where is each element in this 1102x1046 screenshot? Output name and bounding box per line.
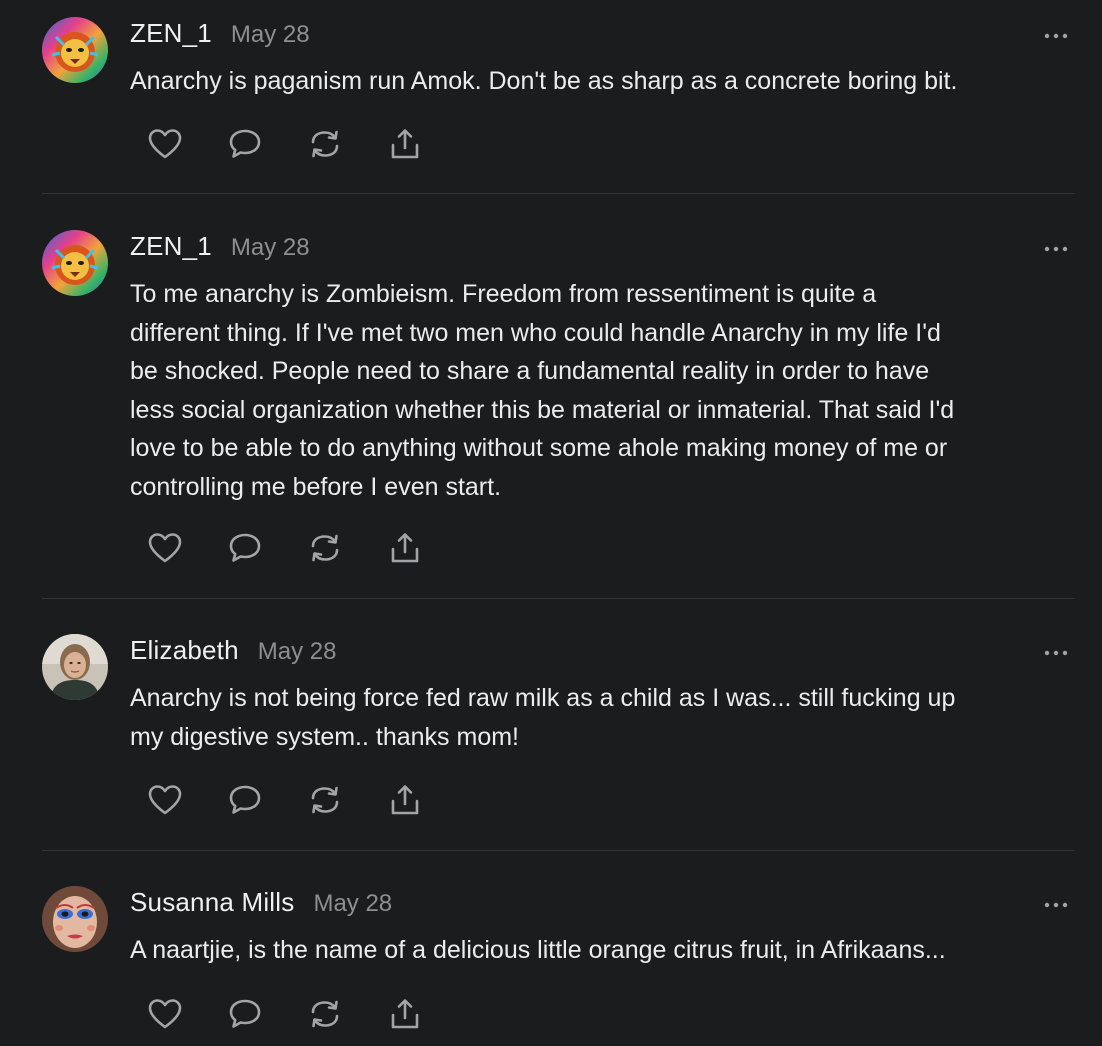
avatar[interactable] [42, 17, 108, 83]
restack-button[interactable] [303, 526, 347, 570]
comment-date[interactable]: May 28 [258, 638, 337, 666]
comment-header: ZEN_1 May 28 [130, 231, 310, 267]
avatar[interactable] [42, 230, 108, 296]
share-button[interactable] [383, 778, 427, 822]
divider [42, 193, 1075, 194]
comment: ZEN_1 May 28 Anarchy is paganism run Amo… [0, 0, 1102, 193]
share-icon [391, 129, 419, 159]
comment-body: A naartjie, is the name of a delicious l… [130, 936, 946, 964]
reply-button[interactable] [223, 526, 267, 570]
comment: Elizabeth May 28 Anarchy is not being fo… [0, 617, 1102, 850]
author-name[interactable]: Susanna Mills [130, 887, 294, 918]
comment-header: Susanna Mills May 28 [130, 887, 392, 923]
comment-actions [143, 122, 463, 166]
ellipsis-icon [1044, 650, 1068, 656]
comment-header: Elizabeth May 28 [130, 635, 336, 671]
share-button[interactable] [383, 526, 427, 570]
reply-button[interactable] [223, 778, 267, 822]
restack-button[interactable] [303, 122, 347, 166]
comment-body: Anarchy is paganism run Amok. Don't be a… [130, 67, 958, 95]
heart-icon [148, 785, 182, 815]
comment-actions [143, 778, 463, 822]
author-name[interactable]: Elizabeth [130, 635, 239, 666]
author-name[interactable]: ZEN_1 [130, 231, 212, 262]
share-icon [391, 533, 419, 563]
comment: ZEN_1 May 28 To me anarchy is Zombieism.… [0, 213, 1102, 598]
heart-icon [148, 533, 182, 563]
restack-icon [311, 534, 339, 562]
lion-avatar-icon [42, 17, 108, 83]
comment-bubble-icon [229, 999, 261, 1028]
heart-icon [148, 999, 182, 1029]
comment-date[interactable]: May 28 [231, 234, 310, 262]
like-button[interactable] [143, 122, 187, 166]
comment-bubble-icon [229, 129, 261, 158]
comment-date[interactable]: May 28 [231, 21, 310, 49]
more-options-button[interactable] [1040, 895, 1072, 915]
comment-feed: ZEN_1 May 28 Anarchy is paganism run Amo… [0, 0, 1102, 1046]
restack-icon [311, 786, 339, 814]
reply-button[interactable] [223, 992, 267, 1036]
comment: Susanna Mills May 28 A naartjie, is the … [0, 869, 1102, 1046]
avatar[interactable] [42, 634, 108, 700]
person-photo-avatar-icon [42, 634, 108, 700]
divider [42, 598, 1075, 599]
share-icon [391, 785, 419, 815]
more-options-button[interactable] [1040, 643, 1072, 663]
comment-bubble-icon [229, 785, 261, 814]
author-name[interactable]: ZEN_1 [130, 18, 212, 49]
share-button[interactable] [383, 992, 427, 1036]
ellipsis-icon [1044, 246, 1068, 252]
divider [42, 850, 1075, 851]
comment-body: To me anarchy is Zombieism. Freedom from… [130, 280, 955, 501]
lion-avatar-icon [42, 230, 108, 296]
restack-button[interactable] [303, 778, 347, 822]
ellipsis-icon [1044, 33, 1068, 39]
like-button[interactable] [143, 526, 187, 570]
restack-button[interactable] [303, 992, 347, 1036]
share-button[interactable] [383, 122, 427, 166]
like-button[interactable] [143, 778, 187, 822]
heart-icon [148, 129, 182, 159]
more-options-button[interactable] [1040, 239, 1072, 259]
avatar[interactable] [42, 886, 108, 952]
comment-header: ZEN_1 May 28 [130, 18, 310, 54]
like-button[interactable] [143, 992, 187, 1036]
comment-date[interactable]: May 28 [313, 890, 392, 918]
restack-icon [311, 1000, 339, 1028]
painted-face-avatar-icon [42, 886, 108, 952]
more-options-button[interactable] [1040, 26, 1072, 46]
reply-button[interactable] [223, 122, 267, 166]
comment-actions [143, 526, 463, 570]
restack-icon [311, 130, 339, 158]
comment-body: Anarchy is not being force fed raw milk … [130, 684, 956, 751]
share-icon [391, 999, 419, 1029]
comment-actions [143, 992, 463, 1036]
comment-bubble-icon [229, 533, 261, 562]
ellipsis-icon [1044, 902, 1068, 908]
